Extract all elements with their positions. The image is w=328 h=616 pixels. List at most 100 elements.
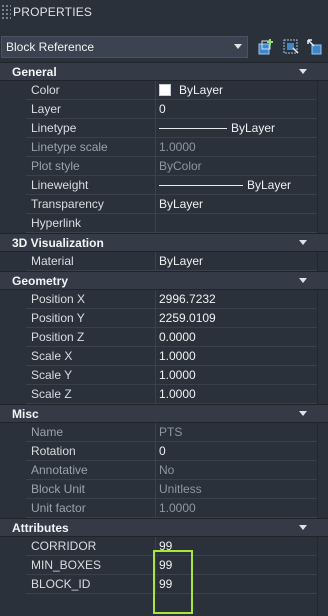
property-label: Name bbox=[26, 423, 156, 441]
add-to-selection-icon[interactable] bbox=[256, 37, 276, 57]
property-row-name[interactable]: Name PTS bbox=[26, 423, 317, 442]
section-attributes[interactable]: Attributes bbox=[0, 518, 328, 537]
properties-grid: General Color ByLayer Layer 0 Linetype B… bbox=[0, 62, 328, 594]
property-row-block-unit[interactable]: Block Unit Unitless bbox=[26, 480, 317, 499]
drag-grip-icon[interactable] bbox=[1, 4, 11, 20]
property-label: Lineweight bbox=[26, 176, 156, 194]
properties-toolbar: Block Reference bbox=[0, 34, 328, 60]
attribute-value[interactable]: 99 bbox=[156, 537, 317, 555]
property-label: Block Unit bbox=[26, 480, 156, 498]
property-row-material[interactable]: Material ByLayer bbox=[26, 252, 317, 271]
attribute-row-min-boxes[interactable]: MIN_BOXES 99 bbox=[26, 556, 317, 575]
property-value[interactable]: 0 bbox=[156, 100, 317, 118]
section-title: Misc bbox=[12, 406, 39, 421]
section-geometry[interactable]: Geometry bbox=[0, 271, 328, 290]
property-row-scale-x[interactable]: Scale X 1.0000 bbox=[26, 347, 317, 366]
palette-title: PROPERTIES bbox=[13, 5, 93, 19]
attribute-row-corridor[interactable]: CORRIDOR 99 bbox=[26, 537, 317, 556]
section-title: General bbox=[12, 64, 57, 79]
property-label: Scale X bbox=[26, 347, 156, 365]
property-label: Position Z bbox=[26, 328, 156, 346]
property-label: Annotative bbox=[26, 461, 156, 479]
property-row-position-y[interactable]: Position Y 2259.0109 bbox=[26, 309, 317, 328]
section-misc[interactable]: Misc bbox=[0, 404, 328, 423]
object-type-dropdown[interactable]: Block Reference bbox=[1, 36, 248, 58]
property-value[interactable]: PTS bbox=[156, 423, 317, 441]
property-row-linetype[interactable]: Linetype ByLayer bbox=[26, 119, 317, 138]
attribute-label: MIN_BOXES bbox=[26, 556, 156, 574]
property-value[interactable]: 1.0000 bbox=[156, 366, 317, 384]
collapse-arrow-icon[interactable] bbox=[299, 240, 307, 245]
property-label: Position X bbox=[26, 290, 156, 308]
property-row-lineweight[interactable]: Lineweight ByLayer bbox=[26, 176, 317, 195]
quick-select-icon[interactable] bbox=[281, 37, 301, 57]
property-value[interactable]: 2259.0109 bbox=[156, 309, 317, 327]
property-value[interactable] bbox=[156, 214, 317, 232]
section-3d-visualization[interactable]: 3D Visualization bbox=[0, 233, 328, 252]
collapse-arrow-icon[interactable] bbox=[299, 411, 307, 416]
collapse-arrow-icon[interactable] bbox=[299, 278, 307, 283]
property-label: Scale Z bbox=[26, 385, 156, 403]
toggle-pickadd-icon[interactable] bbox=[305, 37, 325, 57]
property-value[interactable]: 0.0000 bbox=[156, 328, 317, 346]
property-row-linetype-scale[interactable]: Linetype scale 1.0000 bbox=[26, 138, 317, 157]
collapse-arrow-icon[interactable] bbox=[299, 69, 307, 74]
section-general[interactable]: General bbox=[0, 62, 328, 81]
attribute-value[interactable]: 99 bbox=[156, 556, 317, 574]
property-row-scale-z[interactable]: Scale Z 1.0000 bbox=[26, 385, 317, 404]
property-value[interactable]: ByLayer bbox=[156, 176, 317, 194]
attribute-row-block-id[interactable]: BLOCK_ID 99 bbox=[26, 575, 317, 594]
property-row-position-z[interactable]: Position Z 0.0000 bbox=[26, 328, 317, 347]
color-swatch-icon bbox=[159, 84, 171, 96]
property-row-layer[interactable]: Layer 0 bbox=[26, 100, 317, 119]
property-label: Rotation bbox=[26, 442, 156, 460]
attribute-value[interactable]: 99 bbox=[156, 575, 317, 593]
linetype-preview bbox=[159, 127, 227, 129]
property-label: Linetype scale bbox=[26, 138, 156, 156]
property-value[interactable]: ByLayer bbox=[156, 252, 317, 270]
lineweight-value: ByLayer bbox=[247, 178, 292, 192]
section-title: 3D Visualization bbox=[12, 235, 104, 250]
property-label: Hyperlink bbox=[26, 214, 156, 232]
property-value[interactable]: No bbox=[156, 461, 317, 479]
property-row-position-x[interactable]: Position X 2996.7232 bbox=[26, 290, 317, 309]
property-label: Material bbox=[26, 252, 156, 270]
property-label: Scale Y bbox=[26, 366, 156, 384]
property-value[interactable]: 2996.7232 bbox=[156, 290, 317, 308]
collapse-arrow-icon[interactable] bbox=[299, 525, 307, 530]
property-row-hyperlink[interactable]: Hyperlink bbox=[26, 214, 317, 233]
property-row-unit-factor[interactable]: Unit factor 1.0000 bbox=[26, 499, 317, 518]
property-row-plot-style[interactable]: Plot style ByColor bbox=[26, 157, 317, 176]
property-label: Unit factor bbox=[26, 499, 156, 517]
linetype-value: ByLayer bbox=[231, 121, 276, 135]
color-value: ByLayer bbox=[179, 83, 224, 97]
object-type-label: Block Reference bbox=[6, 40, 95, 54]
property-value[interactable]: ByColor bbox=[156, 157, 317, 175]
property-value[interactable]: ByLayer bbox=[156, 119, 317, 137]
section-title: Geometry bbox=[12, 273, 69, 288]
property-value[interactable]: ByLayer bbox=[156, 81, 317, 99]
property-label: Color bbox=[26, 81, 156, 99]
lineweight-preview bbox=[159, 184, 243, 186]
property-value[interactable]: Unitless bbox=[156, 480, 317, 498]
property-label: Layer bbox=[26, 100, 156, 118]
property-row-color[interactable]: Color ByLayer bbox=[26, 81, 317, 100]
property-label: Transparency bbox=[26, 195, 156, 213]
palette-titlebar[interactable]: PROPERTIES bbox=[0, 0, 328, 24]
property-row-scale-y[interactable]: Scale Y 1.0000 bbox=[26, 366, 317, 385]
property-row-rotation[interactable]: Rotation 0 bbox=[26, 442, 317, 461]
chevron-down-icon bbox=[234, 44, 242, 49]
property-value[interactable]: 1.0000 bbox=[156, 347, 317, 365]
property-label: Plot style bbox=[26, 157, 156, 175]
property-row-annotative[interactable]: Annotative No bbox=[26, 461, 317, 480]
property-value[interactable]: 1.0000 bbox=[156, 385, 317, 403]
property-row-transparency[interactable]: Transparency ByLayer bbox=[26, 195, 317, 214]
attribute-label: CORRIDOR bbox=[26, 537, 156, 555]
property-label: Linetype bbox=[26, 119, 156, 137]
property-value[interactable]: 1.0000 bbox=[156, 499, 317, 517]
property-value[interactable]: ByLayer bbox=[156, 195, 317, 213]
property-value[interactable]: 0 bbox=[156, 442, 317, 460]
property-label: Position Y bbox=[26, 309, 156, 327]
section-title: Attributes bbox=[12, 520, 69, 535]
property-value[interactable]: 1.0000 bbox=[156, 138, 317, 156]
